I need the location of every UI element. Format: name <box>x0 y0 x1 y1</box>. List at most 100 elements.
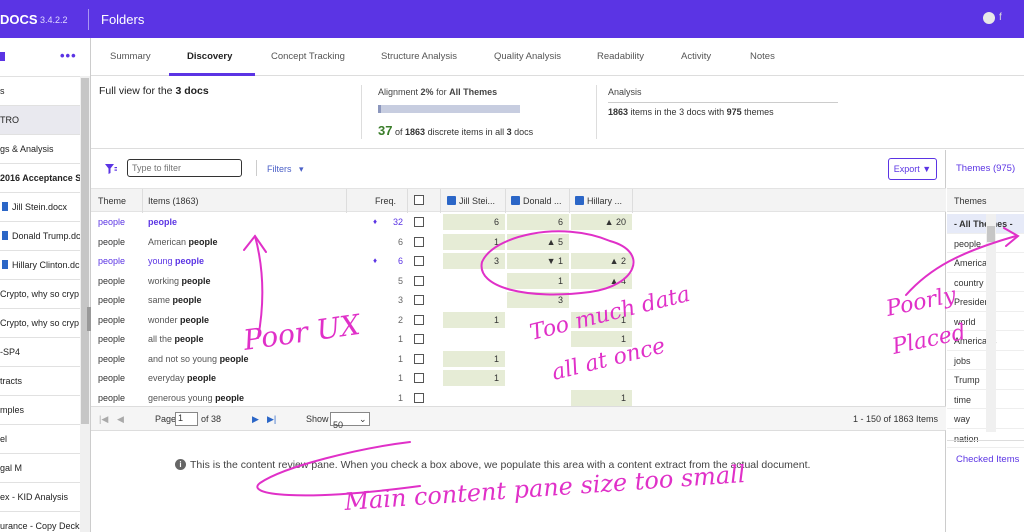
sidebar-item[interactable]: Crypto, why so cryp <box>0 279 80 308</box>
user-name[interactable]: f <box>999 12 1002 23</box>
row-theme: people <box>98 236 126 247</box>
sidebar-item[interactable]: ex - KID Analysis <box>0 482 80 511</box>
row-checkbox[interactable] <box>414 334 424 344</box>
table-row[interactable]: people wonder people 2 1 1 <box>91 310 946 330</box>
row-checkbox[interactable] <box>414 295 424 305</box>
row-checkbox[interactable] <box>414 236 424 247</box>
doc-count-cell[interactable]: ▼ 1 <box>507 253 569 269</box>
aligned-suffix: docs <box>514 127 534 137</box>
row-checkbox[interactable] <box>414 392 424 403</box>
app-brand[interactable]: DOCS <box>0 12 38 27</box>
pin-icon[interactable] <box>0 52 5 61</box>
sidebar-item[interactable]: TRO <box>0 105 80 134</box>
sidebar-item[interactable]: Jill Stein.docx <box>0 192 80 221</box>
table-header: Theme Items (1863) Freq. Jill Stei... Do… <box>91 188 946 213</box>
row-checkbox[interactable] <box>414 314 424 325</box>
tab-concept-tracking[interactable]: Concept Tracking <box>271 51 345 62</box>
prev-page-icon[interactable]: ◀ <box>117 414 124 425</box>
row-checkbox[interactable] <box>414 353 424 364</box>
tab-quality-analysis[interactable]: Quality Analysis <box>494 51 561 62</box>
select-all-checkbox[interactable] <box>414 195 424 205</box>
checked-items-tab[interactable]: Checked Items <box>956 454 1019 465</box>
tab-activity[interactable]: Activity <box>681 51 711 62</box>
export-button[interactable]: Export ▼ <box>888 158 937 180</box>
page-size-select[interactable]: 50 ⌄ <box>330 412 370 430</box>
filter-icon[interactable] <box>105 164 117 174</box>
sidebar-scrollbar-thumb[interactable] <box>81 78 89 424</box>
column-doc-jill-stein[interactable]: Jill Stei... <box>447 196 505 206</box>
row-checkbox[interactable] <box>414 275 424 286</box>
tab-readability[interactable]: Readability <box>597 51 644 62</box>
doc-count-cell[interactable]: ▲ 5 <box>507 233 569 250</box>
table-row[interactable]: people young people ♦ 6 3 ▼ 1 ▲ 2 <box>91 251 946 271</box>
doc-count-cell[interactable]: ▲ 20 <box>571 214 632 230</box>
sidebar-item[interactable]: Hillary Clinton.dc <box>0 250 80 279</box>
table-row[interactable]: people same people 3 3 <box>91 290 946 310</box>
column-frequency[interactable]: Freq. <box>375 196 396 206</box>
row-checkbox[interactable] <box>414 256 424 266</box>
column-doc-hillary-clinton[interactable]: Hillary ... <box>575 196 633 206</box>
filter-input[interactable] <box>127 159 242 177</box>
doc-count-cell[interactable]: ▲ 4 <box>571 272 632 289</box>
sidebar-item[interactable]: tracts <box>0 366 80 395</box>
tab-notes[interactable]: Notes <box>750 51 775 62</box>
first-page-icon[interactable]: |◀ <box>99 414 108 425</box>
sidebar-item[interactable]: Crypto, why so cryp <box>0 308 80 337</box>
more-options-icon[interactable]: ••• <box>60 48 77 63</box>
table-row[interactable]: people generous young people 1 1 <box>91 388 946 408</box>
sidebar-item[interactable]: urance - Copy Decks <box>0 511 80 532</box>
page-number-input[interactable]: 1 <box>175 412 198 426</box>
column-items[interactable]: Items (1863) <box>148 196 199 206</box>
row-item-keyword: people <box>148 217 178 227</box>
app-version: 3.4.2.2 <box>40 15 68 25</box>
row-theme[interactable]: people <box>98 217 125 227</box>
tab-discovery[interactable]: Discovery <box>187 51 232 62</box>
row-item[interactable]: young people <box>148 256 204 266</box>
doc-count-cell[interactable]: 1 <box>571 331 632 347</box>
table-row[interactable]: people and not so young people 1 1 <box>91 349 946 369</box>
row-checkbox[interactable] <box>414 217 424 227</box>
filters-dropdown[interactable]: Filters ▾ <box>267 164 304 175</box>
doc-count-cell[interactable]: 1 <box>571 311 632 328</box>
table-row[interactable]: people everyday people 1 1 <box>91 368 946 388</box>
doc-count-cell[interactable]: 3 <box>443 253 505 269</box>
row-item[interactable]: people <box>148 217 177 227</box>
doc-count-cell[interactable]: 1 <box>443 370 505 386</box>
sidebar-item[interactable]: mples <box>0 395 80 424</box>
sidebar-item[interactable]: -SP4 <box>0 337 80 366</box>
sidebar-item[interactable]: gs & Analysis <box>0 134 80 163</box>
themes-scrollbar-thumb[interactable] <box>987 226 995 242</box>
user-avatar-icon[interactable] <box>983 12 995 24</box>
doc-count-cell[interactable]: 1 <box>507 272 569 289</box>
doc-count-cell[interactable]: 1 <box>443 350 505 367</box>
themes-scrollbar[interactable] <box>986 214 996 432</box>
row-checkbox[interactable] <box>414 373 424 383</box>
column-doc-donald-trump[interactable]: Donald ... <box>511 196 569 206</box>
themes-tab[interactable]: Themes (975) <box>956 163 1015 174</box>
doc-count-cell[interactable]: 6 <box>443 214 505 230</box>
last-page-icon[interactable]: ▶| <box>267 414 276 425</box>
sidebar-item[interactable]: el <box>0 424 80 453</box>
table-row[interactable]: people all the people 1 1 <box>91 329 946 349</box>
table-row[interactable]: people people ♦ 32 6 6 ▲ 20 <box>91 212 946 232</box>
sidebar-item[interactable]: gal M <box>0 453 80 482</box>
row-item-prefix: everyday <box>148 373 188 383</box>
sidebar-item[interactable]: 2016 Acceptance S <box>0 163 80 192</box>
doc-count-cell[interactable]: 3 <box>507 292 569 308</box>
doc-count-cell[interactable]: ▲ 2 <box>571 253 632 269</box>
doc-count-cell[interactable]: 1 <box>571 389 632 406</box>
sidebar-item[interactable]: s <box>0 76 80 105</box>
tab-summary[interactable]: Summary <box>110 51 151 62</box>
analysis-suffix: themes <box>744 107 774 117</box>
doc-count-cell[interactable]: 1 <box>443 233 505 250</box>
table-row[interactable]: people American people 6 1 ▲ 5 <box>91 232 946 252</box>
column-theme[interactable]: Theme <box>98 196 126 206</box>
doc-count-cell[interactable]: 1 <box>443 311 505 328</box>
row-theme[interactable]: people <box>98 256 125 266</box>
table-row[interactable]: people working people 5 1 ▲ 4 <box>91 271 946 291</box>
sidebar-item[interactable]: Donald Trump.dc <box>0 221 80 250</box>
row-item-prefix: young <box>148 256 176 266</box>
tab-structure-analysis[interactable]: Structure Analysis <box>381 51 457 62</box>
doc-count-cell[interactable]: 6 <box>507 214 569 230</box>
next-page-icon[interactable]: ▶ <box>252 414 259 425</box>
